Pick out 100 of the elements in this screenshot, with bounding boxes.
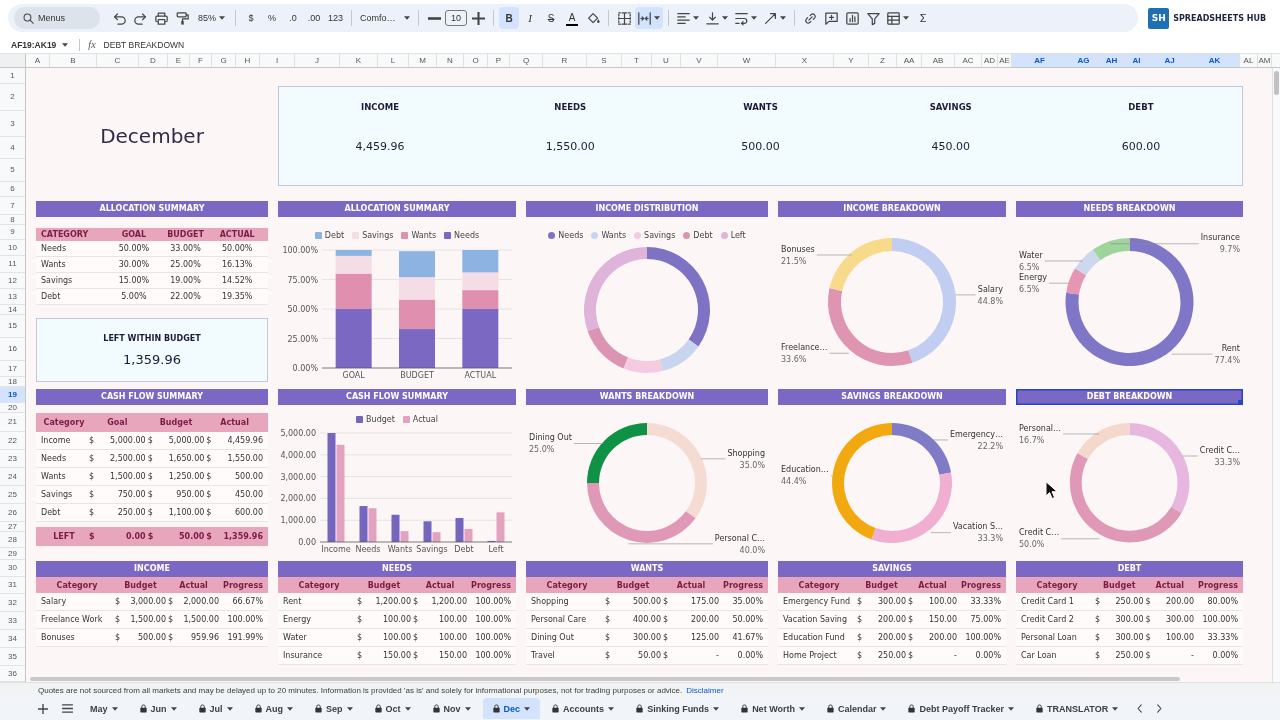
section-title: WANTS BREAKDOWN: [599, 393, 695, 401]
slice-percent: 40.0%: [739, 545, 765, 555]
column-header: Progress: [222, 580, 263, 590]
legend-label: Needs: [558, 231, 584, 240]
metric-label: SAVINGS: [929, 102, 972, 112]
column-header: Budget: [615, 580, 651, 590]
currency-symbol: $: [605, 597, 612, 606]
amount-value: 300.00: [632, 633, 661, 642]
axis-label: Needs: [355, 545, 381, 554]
amount-value: -: [1190, 651, 1194, 660]
column-header: Actual: [424, 580, 456, 590]
slice-label: Salary: [977, 284, 1003, 294]
amount-value: 100.00: [928, 597, 957, 606]
slice-label: Personal C…: [714, 533, 765, 543]
currency-symbol: $: [89, 490, 96, 499]
currency-symbol: $: [147, 532, 155, 541]
amount-value: 500.00: [234, 472, 263, 481]
percent-value: 5.00%: [120, 292, 148, 301]
percent-value: 25.00%: [169, 260, 202, 269]
slice-label: Energy: [1019, 272, 1047, 282]
currency-symbol: $: [206, 532, 213, 541]
column-header: Budget: [158, 418, 194, 427]
percent-value: 50.00%: [220, 244, 254, 253]
percent-value: 30.00%: [117, 260, 151, 269]
section-title: NEEDS: [382, 565, 412, 573]
amount-value: 400.00: [632, 615, 661, 624]
currency-symbol: $: [357, 651, 364, 660]
percent-value: 15.00%: [117, 276, 151, 285]
amount-value: 150.00: [928, 615, 957, 624]
amount-value: 100.00: [382, 615, 411, 624]
amount-value: 2,500.00: [109, 454, 146, 463]
section-title: INCOME: [134, 565, 170, 573]
category-label: Travel: [531, 651, 556, 660]
amount-value: 1,100.00: [167, 508, 205, 517]
section-title: SAVINGS BREAKDOWN: [841, 393, 943, 401]
section-title: DEBT: [1117, 565, 1142, 573]
currency-symbol: $: [115, 615, 122, 624]
percent-value: 0.00%: [736, 651, 763, 660]
category-label: Bonuses: [41, 633, 76, 642]
percent-value: 33.33%: [1206, 633, 1238, 642]
axis-label: Savings: [416, 545, 448, 554]
axis-label: Wants: [387, 545, 413, 554]
percent-value: 191.99%: [226, 633, 263, 642]
amount-value: -: [953, 651, 957, 660]
slice-label: Vacation S…: [953, 522, 1003, 532]
currency-symbol: $: [1145, 633, 1152, 642]
category-label: Credit Card 1: [1021, 597, 1075, 606]
section-title: WANTS: [630, 565, 664, 573]
percent-value: 14.52%: [220, 276, 254, 285]
currency-symbol: $: [605, 633, 612, 642]
column-header: Actual: [917, 580, 948, 590]
column-header: CATEGORY: [41, 230, 90, 239]
amount-value: 3,000.00: [129, 597, 166, 606]
slice-percent: 77.4%: [1214, 355, 1240, 365]
column-header: Category: [42, 418, 86, 427]
percent-value: 19.00%: [169, 276, 202, 285]
slice-label: Emergency…: [949, 429, 1003, 439]
axis-label: 100.00%: [282, 246, 318, 255]
percent-value: 75.00%: [969, 615, 1001, 624]
amount-value: 750.00: [116, 490, 146, 499]
currency-symbol: $: [147, 454, 154, 463]
axis-label: GOAL: [342, 371, 365, 380]
category-label: Wants: [41, 260, 67, 269]
amount-value: 2,000.00: [182, 597, 219, 606]
axis-label: ACTUAL: [464, 371, 497, 380]
legend-label: Savings: [644, 231, 676, 240]
legend-label: Debt: [324, 231, 345, 240]
metric-label: LEFT WITHIN BUDGET: [103, 333, 201, 343]
amount-value: 250.00: [116, 508, 146, 517]
category-label: Car Loan: [1021, 651, 1058, 660]
currency-symbol: $: [357, 597, 364, 606]
amount-value: 100.00: [1165, 633, 1194, 642]
column-header: Actual: [675, 580, 707, 590]
amount-value: 950.00: [175, 490, 205, 499]
column-header: Category: [55, 580, 99, 590]
currency-symbol: $: [89, 436, 96, 445]
slice-percent: 33.3%: [1214, 457, 1240, 467]
slice-label: Rent: [1221, 343, 1240, 353]
category-label: Debt: [41, 292, 62, 301]
slice-percent: 25.0%: [529, 445, 555, 455]
currency-symbol: $: [168, 597, 175, 606]
amount-value: 250.00: [1114, 597, 1144, 606]
amount-value: 1,359.96: [222, 532, 263, 541]
currency-symbol: $: [908, 615, 915, 624]
amount-value: 1,550.00: [226, 454, 263, 463]
slice-percent: 6.5%: [1019, 284, 1040, 294]
amount-value: 200.00: [877, 615, 906, 624]
section-title: NEEDS BREAKDOWN: [1083, 205, 1176, 213]
percent-value: 100.00%: [226, 615, 263, 624]
amount-value: 1,200.00: [374, 597, 411, 606]
legend-label: Debt: [693, 231, 713, 240]
currency-symbol: $: [147, 490, 154, 499]
section-title: ALLOCATION SUMMARY: [99, 205, 205, 213]
slice-percent: 33.3%: [977, 534, 1003, 544]
amount-value: 300.00: [877, 597, 906, 606]
slice-percent: 6.5%: [1019, 262, 1040, 272]
category-label: Debt: [41, 508, 62, 517]
axis-label: 50.00%: [287, 305, 318, 314]
currency-symbol: $: [115, 633, 122, 642]
section-title: DEBT BREAKDOWN: [1086, 393, 1173, 401]
